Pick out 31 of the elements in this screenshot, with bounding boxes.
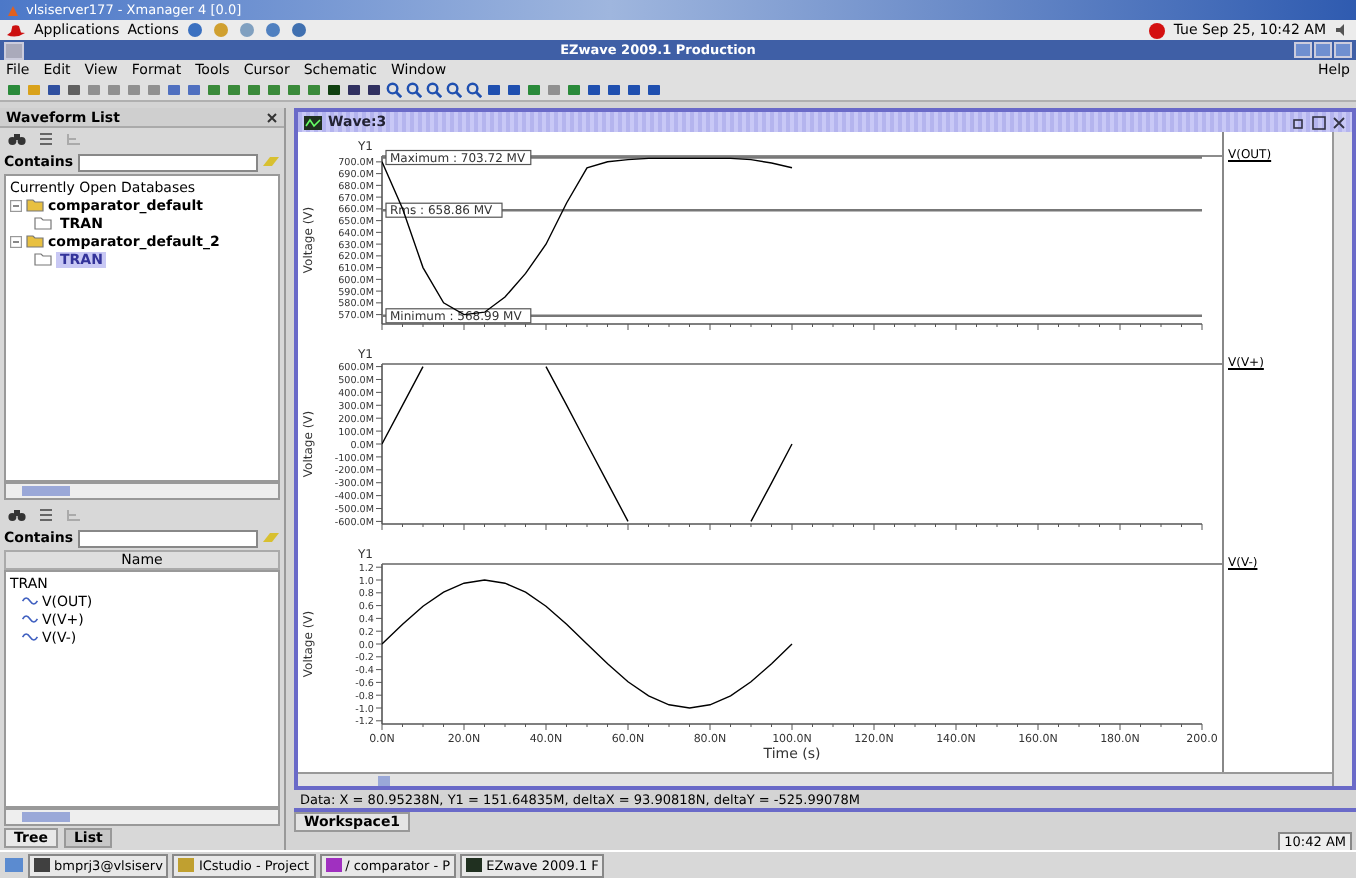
horizontal-scrollbar[interactable]: [4, 808, 280, 826]
zoom-icon[interactable]: [386, 81, 402, 97]
zoom-icon[interactable]: [446, 81, 462, 97]
app-icon: [34, 858, 50, 872]
close-icon[interactable]: [1332, 115, 1346, 129]
app-icon: [466, 858, 483, 872]
maximize-icon[interactable]: [1312, 115, 1326, 129]
app-icon: [325, 858, 342, 872]
list-icon[interactable]: [38, 132, 54, 146]
show-desktop-icon[interactable]: [4, 856, 24, 874]
window-menu-button[interactable]: [4, 41, 24, 59]
zoom-icon[interactable]: [466, 81, 482, 97]
binoculars-icon[interactable]: [8, 508, 26, 522]
hat-icon[interactable]: [6, 23, 26, 37]
zoom-icon[interactable]: [406, 81, 422, 97]
horizontal-scrollbar[interactable]: [298, 772, 1332, 786]
filter-field[interactable]: [77, 153, 258, 171]
restore-icon[interactable]: [1292, 115, 1306, 129]
filter-field[interactable]: [77, 529, 258, 547]
binoculars-icon[interactable]: [8, 132, 26, 146]
horizontal-scrollbar[interactable]: [4, 482, 280, 500]
close-icon[interactable]: [266, 111, 278, 123]
minimize-button[interactable]: [1294, 42, 1312, 58]
vertical-scrollbar[interactable]: [1332, 132, 1352, 786]
app-icon: [178, 858, 195, 872]
collapse-icon[interactable]: [10, 235, 22, 247]
zoom-icon[interactable]: [426, 81, 442, 97]
collapse-icon[interactable]: [10, 199, 22, 211]
waveform-icon: [304, 115, 322, 129]
update-alert-icon[interactable]: [1147, 21, 1166, 39]
list-icon[interactable]: [38, 508, 54, 522]
